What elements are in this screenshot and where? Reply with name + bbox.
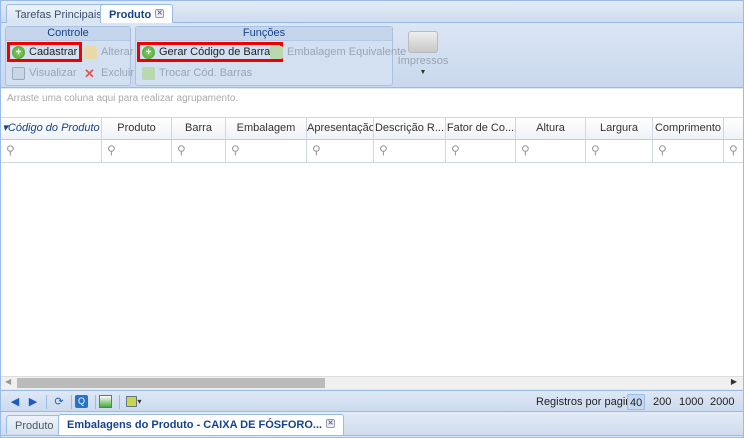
separator [71, 395, 72, 409]
horizontal-scrollbar[interactable]: ◀ ▶ [1, 376, 743, 389]
group-title: Controle [6, 27, 130, 41]
view-icon [12, 66, 25, 80]
tab-tarefas-principais[interactable]: Tarefas Principais [6, 4, 111, 23]
previous-page-icon[interactable]: ◀ [7, 394, 23, 410]
dropdown-arrow-icon: ▼ [419, 69, 427, 76]
scroll-right-icon[interactable]: ▶ [731, 377, 737, 386]
alterar-button[interactable]: Alterar [80, 43, 137, 61]
column-header-descricao[interactable]: Descrição R... [374, 118, 446, 139]
button-label: Visualizar [29, 67, 77, 79]
separator [46, 395, 47, 409]
edit-icon [84, 45, 97, 59]
pager-toolbar: ◀ ▶ ⟳ Q ▾ Registros por pagina: 40 200 1… [1, 390, 743, 412]
top-tab-bar: Tarefas Principais Produto ✕ [1, 1, 743, 24]
column-header-apresentacao[interactable]: Apresentação [307, 118, 374, 139]
add-icon: + [142, 45, 155, 59]
filter-search-icon[interactable]: ⚲ [226, 140, 307, 162]
filter-search-icon[interactable]: ⚲ [724, 140, 744, 162]
add-icon: + [12, 45, 25, 59]
column-header-fator[interactable]: Fator de Co... [446, 118, 516, 139]
page-size-200[interactable]: 200 [653, 394, 671, 410]
button-label: Cadastrar [29, 46, 78, 58]
page-size-1000[interactable]: 1000 [679, 394, 703, 410]
cadastrar-button[interactable]: + Cadastrar [6, 42, 83, 62]
button-label: Trocar Cód. Barras [159, 67, 253, 79]
tab-label: Embalagens do Produto - CAIXA DE FÓSFORO… [67, 419, 323, 431]
swap-icon [142, 66, 155, 80]
column-header-produto[interactable]: Produto [102, 118, 172, 139]
next-page-icon[interactable]: ▶ [25, 394, 41, 410]
filter-search-icon[interactable]: ⚲ [516, 140, 586, 162]
export-icon[interactable] [99, 395, 112, 408]
trocar-cod-barras-button[interactable]: Trocar Cód. Barras [138, 64, 256, 82]
filter-search-icon[interactable]: ⚲ [446, 140, 516, 162]
column-header-codigo[interactable]: ▾Código do Produto [1, 118, 102, 139]
filter-search-icon[interactable]: ⚲ [1, 140, 102, 162]
tab-label: Produto [15, 420, 54, 432]
page-size-label: Registros por pagina: [536, 396, 641, 408]
grid-header: ▾Código do Produto Produto Barra Embalag… [1, 117, 743, 140]
printer-icon [408, 31, 438, 53]
impressos-button[interactable]: Impressos ▼ [397, 29, 449, 85]
data-grid: ▾Código do Produto Produto Barra Embalag… [1, 109, 743, 376]
gerar-codigo-barras-button[interactable]: + Gerar Código de Barras [137, 42, 283, 62]
column-header-largura[interactable]: Largura [586, 118, 653, 139]
search-icon[interactable]: Q [75, 395, 88, 408]
column-header-comprimento[interactable]: Comprimento [653, 118, 724, 139]
bottom-tab-bar: Produto Embalagens do Produto - CAIXA DE… [1, 412, 743, 436]
filter-search-icon[interactable]: ⚲ [374, 140, 446, 162]
tab-embalagens-produto[interactable]: Embalagens do Produto - CAIXA DE FÓSFORO… [58, 414, 345, 435]
filter-row: ⚲ ⚲ ⚲ ⚲ ⚲ ⚲ ⚲ ⚲ ⚲ ⚲ ⚲ [1, 140, 743, 163]
column-header-embalagem[interactable]: Embalagem [226, 118, 307, 139]
scroll-left-icon[interactable]: ◀ [5, 377, 11, 386]
filter-search-icon[interactable]: ⚲ [653, 140, 724, 162]
embalagem-equivalente-button[interactable]: Embalagem Equivalente [266, 43, 410, 61]
tab-produto-bottom[interactable]: Produto [6, 415, 63, 434]
filter-search-icon[interactable]: ⚲ [586, 140, 653, 162]
group-controle: Controle + Cadastrar Alterar Visualizar ✕… [5, 26, 134, 86]
tab-label: Tarefas Principais [15, 9, 102, 21]
column-header-altura[interactable]: Altura [516, 118, 586, 139]
close-icon[interactable]: ✕ [155, 9, 165, 18]
separator [95, 395, 96, 409]
button-label: Embalagem Equivalente [287, 46, 407, 58]
separator [119, 395, 120, 409]
button-label: Gerar Código de Barras [159, 46, 276, 58]
column-header-barra[interactable]: Barra [172, 118, 226, 139]
page-size-40[interactable]: 40 [627, 394, 646, 410]
button-label: Alterar [101, 46, 134, 58]
tab-label: Produto [109, 9, 152, 21]
button-label: Excluir [101, 67, 135, 79]
filter-search-icon[interactable]: ⚲ [102, 140, 172, 162]
refresh-icon[interactable]: ⟳ [51, 394, 67, 410]
group-title: Funções [136, 27, 392, 41]
tab-produto[interactable]: Produto ✕ [100, 4, 174, 24]
scrollbar-thumb[interactable] [17, 378, 325, 388]
columns-menu-icon[interactable]: ▾ [123, 394, 145, 410]
group-funcoes: Funções + Gerar Código de Barras Embalage… [135, 26, 406, 86]
swap-icon [270, 45, 283, 59]
excluir-button[interactable]: ✕ Excluir [80, 64, 138, 82]
page-size-2000[interactable]: 2000 [710, 394, 734, 410]
group-by-area[interactable]: Arraste uma coluna aqui para realizar ag… [1, 89, 743, 109]
filter-search-icon[interactable]: ⚲ [172, 140, 226, 162]
filter-search-icon[interactable]: ⚲ [307, 140, 374, 162]
visualizar-button[interactable]: Visualizar [8, 64, 81, 82]
ribbon-toolbar: Controle + Cadastrar Alterar Visualizar ✕… [1, 23, 743, 88]
delete-icon: ✕ [84, 65, 95, 81]
button-label: Impressos [397, 55, 449, 67]
column-header-more[interactable] [724, 118, 744, 139]
close-icon[interactable]: ✕ [326, 419, 336, 428]
